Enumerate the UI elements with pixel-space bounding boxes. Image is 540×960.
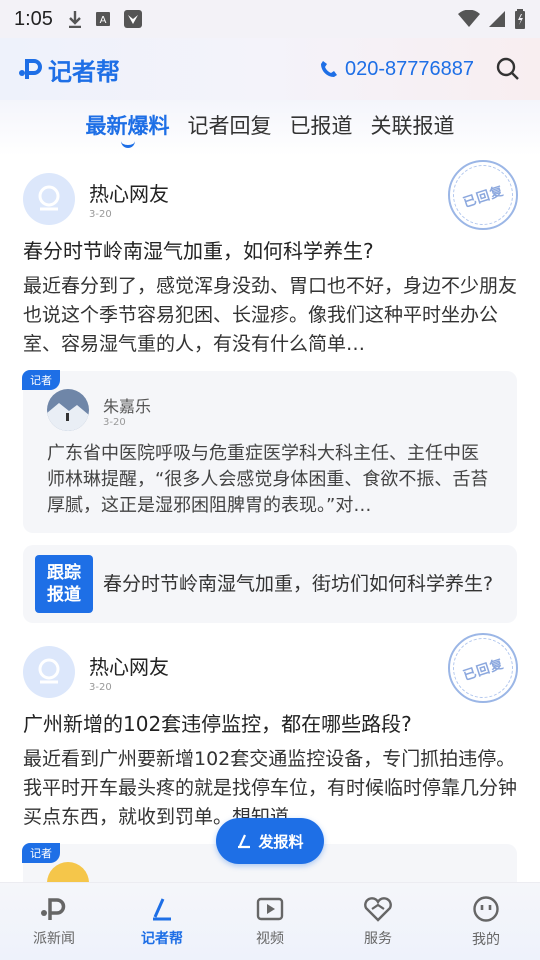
submit-tip-button[interactable]: 发报料 [216, 818, 324, 864]
tab-reported[interactable]: 已报道 [290, 110, 353, 146]
reporter-name: 朱嘉乐 [103, 396, 152, 416]
tab-reporter-replies[interactable]: 记者回复 [188, 110, 272, 146]
bottom-tab-bar: 派新闻 记者帮 视频 服务 我的 [0, 882, 540, 960]
submit-tip-label: 发报料 [258, 832, 304, 851]
app-logo: 记者帮 [18, 52, 120, 87]
tip-card[interactable]: 热心网友 3-20 已回复 春分时节岭南湿气加重，如何科学养生? 最近春分到了，… [0, 160, 540, 623]
replied-stamp-text: 已回复 [461, 183, 506, 211]
avatar[interactable] [23, 173, 75, 225]
default-avatar-icon [38, 658, 60, 684]
reporter-avatar[interactable] [47, 862, 89, 882]
post-header: 热心网友 3-20 [23, 172, 517, 226]
user-name: 热心网友 [89, 182, 169, 206]
service-icon [364, 896, 392, 922]
wifi-icon [458, 10, 480, 27]
reporter-reply[interactable]: 记者 朱嘉乐 3-20 广东省中医院呼吸与危重症医学科大科主任、主任中医师林琳提… [22, 370, 517, 533]
profile-icon [473, 895, 499, 922]
reply-date: 3-20 [103, 416, 126, 428]
replied-stamp: 已回复 [445, 160, 521, 233]
post-header: 热心网友 3-20 [23, 645, 517, 699]
follow-up-badge: 跟踪 报道 [35, 555, 93, 613]
status-left-icons: A [67, 9, 143, 29]
post-title[interactable]: 广州新增的102套违停监控，都在哪些路段? [23, 709, 517, 739]
tabbar-label: 视频 [256, 930, 284, 947]
replied-stamp-text: 已回复 [461, 656, 506, 684]
avatar[interactable] [23, 646, 75, 698]
tip-feed[interactable]: 热心网友 3-20 已回复 春分时节岭南湿气加重，如何科学养生? 最近春分到了，… [0, 160, 540, 882]
reply-body: 广东省中医院呼吸与危重症医学科大科主任、主任中医师林琳提醒，“很多人会感觉身体困… [47, 443, 489, 516]
app-header: 记者帮 020-87776887 [0, 38, 540, 100]
replied-stamp: 已回复 [445, 630, 521, 706]
tabbar-label: 记者帮 [141, 930, 183, 947]
post-date: 3-20 [89, 209, 112, 220]
font-icon: A [95, 12, 110, 26]
pai-logo-icon [41, 897, 66, 920]
post-user: 热心网友 3-20 [89, 178, 169, 220]
tab-related-reports[interactable]: 关联报道 [371, 110, 455, 146]
phone-icon [320, 61, 337, 77]
status-time: 1:05 [14, 7, 53, 30]
status-bar: 1:05 A [0, 0, 540, 38]
pen-icon [238, 834, 251, 849]
reporter-tag: 记者 [22, 843, 60, 863]
tabbar-profile[interactable]: 我的 [446, 895, 526, 949]
follow-up-title: 春分时节岭南湿气加重，街坊们如何科学养生? [103, 572, 494, 595]
signal-icon [489, 11, 505, 27]
tabbar-label: 我的 [472, 931, 500, 948]
post-date: 3-20 [89, 682, 112, 693]
tabbar-pai-news[interactable]: 派新闻 [14, 896, 94, 948]
tabbar-video[interactable]: 视频 [230, 896, 310, 948]
follow-up-report[interactable]: 跟踪 报道 春分时节岭南湿气加重，街坊们如何科学养生? [23, 545, 517, 623]
divider [0, 623, 540, 633]
video-icon [256, 897, 284, 920]
default-avatar-icon [38, 185, 60, 211]
hotline-number: 020-87776887 [344, 57, 474, 80]
reporter-photo [47, 389, 89, 431]
pai-logo-icon [19, 59, 42, 79]
download-icon [68, 11, 81, 28]
reply-header: 朱嘉乐 3-20 [47, 389, 493, 431]
hotline-button[interactable]: 020-87776887 [319, 58, 474, 81]
reporter-avatar[interactable] [47, 389, 89, 431]
status-right-icons [458, 9, 526, 29]
search-icon [496, 57, 519, 80]
app-notification-icon [123, 10, 142, 28]
reporter-icon [153, 897, 171, 920]
tabbar-reporter-help[interactable]: 记者帮 [122, 896, 202, 948]
tab-latest[interactable]: 最新爆料 [86, 110, 170, 148]
reporter-info: 朱嘉乐 3-20 [103, 393, 151, 428]
user-name: 热心网友 [89, 655, 169, 679]
reporter-tag: 记者 [22, 370, 60, 390]
follow-up-badge-line2: 报道 [47, 585, 81, 605]
category-tabs: 最新爆料 记者回复 已报道 关联报道 [0, 100, 540, 156]
reply-header [47, 862, 493, 882]
battery-icon [515, 9, 525, 29]
svg-text:A: A [100, 15, 107, 26]
tabbar-service[interactable]: 服务 [338, 896, 418, 948]
app-logo-text: 记者帮 [48, 58, 120, 86]
post-title[interactable]: 春分时节岭南湿气加重，如何科学养生? [23, 236, 517, 266]
tabbar-label: 派新闻 [33, 930, 75, 947]
search-button[interactable] [494, 55, 522, 83]
post-body[interactable]: 最近春分到了，感觉浑身没劲、胃口也不好，身边不少朋友也说这个季节容易犯困、长湿疹… [23, 272, 517, 359]
post-user: 热心网友 3-20 [89, 651, 169, 693]
follow-up-badge-line1: 跟踪 [47, 563, 81, 583]
tabbar-label: 服务 [364, 930, 392, 947]
